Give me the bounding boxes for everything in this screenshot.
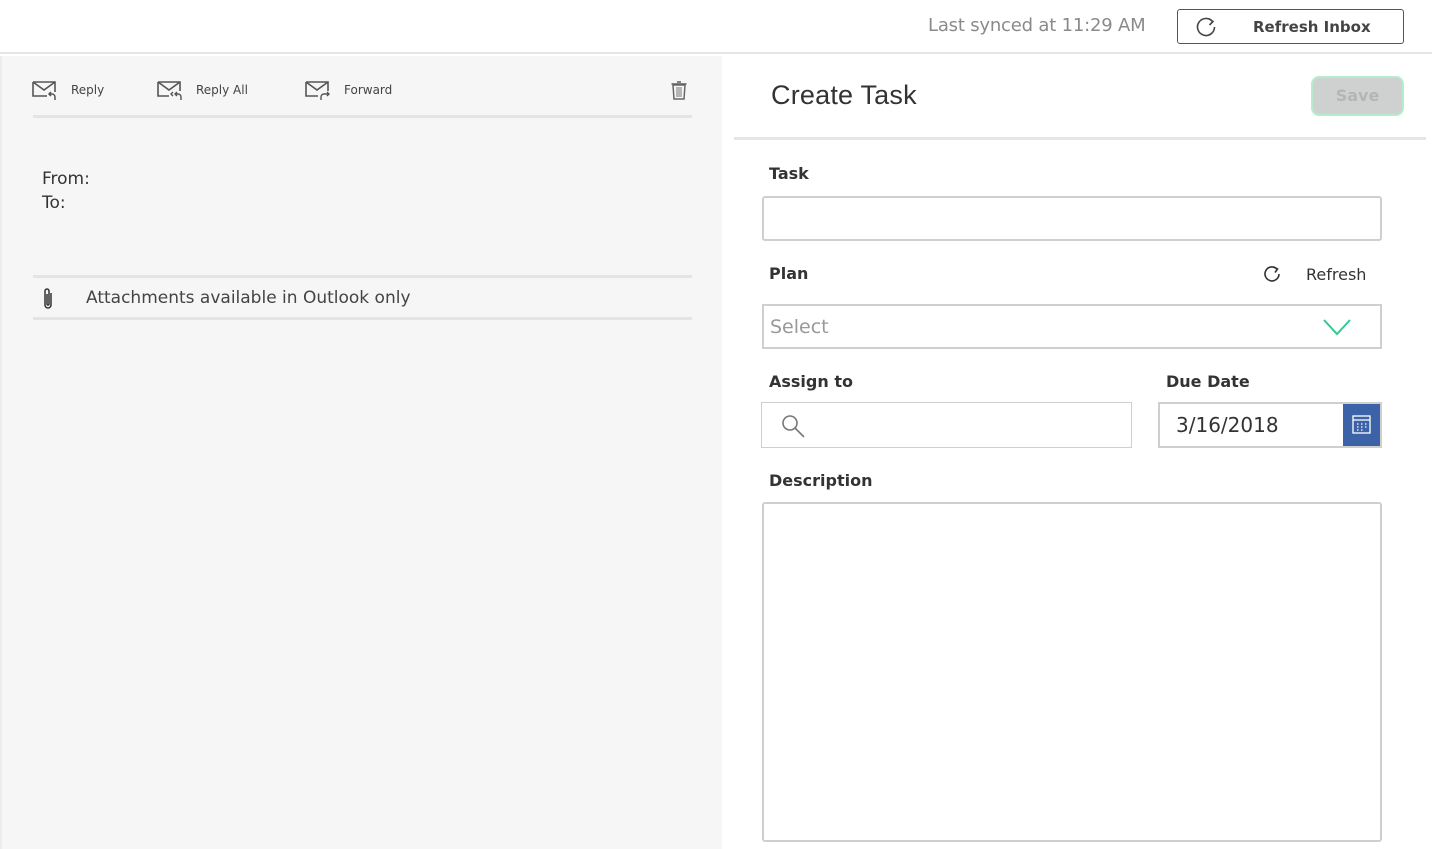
calendar-icon	[1352, 415, 1371, 434]
save-button[interactable]: Save	[1311, 76, 1404, 116]
create-task-panel: Create Task Save Task Plan Refresh Selec…	[722, 56, 1432, 849]
task-label: Task	[769, 164, 809, 183]
reply-label: Reply	[71, 83, 105, 97]
to-label: To:	[42, 193, 66, 213]
page-title: Create Task	[771, 80, 917, 110]
reply-all-button[interactable]: Reply All	[157, 78, 248, 102]
assign-to-field[interactable]	[761, 402, 1132, 448]
refresh-inbox-label: Refresh Inbox	[1253, 18, 1371, 36]
due-date-field[interactable]: 3/16/2018	[1158, 402, 1382, 448]
reply-all-label: Reply All	[196, 83, 248, 97]
plan-label: Plan	[769, 264, 809, 283]
reply-all-icon	[157, 81, 182, 100]
forward-label: Forward	[344, 83, 393, 97]
from-label: From:	[42, 169, 90, 189]
assign-to-label: Assign to	[769, 372, 853, 391]
refresh-inbox-button[interactable]: Refresh Inbox	[1177, 9, 1404, 44]
due-date-label: Due Date	[1166, 372, 1250, 391]
description-label: Description	[769, 471, 873, 490]
task-input[interactable]	[762, 196, 1382, 241]
plan-refresh-label: Refresh	[1306, 264, 1367, 284]
paperclip-icon	[44, 288, 52, 309]
email-panel: Reply Reply All Forward From: To: Attach…	[0, 56, 722, 849]
forward-icon	[305, 81, 330, 100]
plan-select[interactable]: Select	[762, 304, 1382, 349]
chevron-down-icon	[1323, 319, 1351, 336]
reply-button[interactable]: Reply	[32, 78, 104, 102]
last-synced-text: Last synced at 11:29 AM	[928, 15, 1146, 36]
toolbar-divider	[33, 115, 692, 118]
top-bar: Last synced at 11:29 AM Refresh Inbox	[0, 0, 1432, 54]
attachments-text: Attachments available in Outlook only	[86, 288, 411, 308]
trash-icon[interactable]	[670, 80, 688, 100]
calendar-button[interactable]	[1343, 404, 1380, 446]
plan-selected-value: Select	[770, 316, 829, 338]
refresh-icon	[1196, 17, 1216, 37]
description-input[interactable]	[762, 502, 1382, 842]
assign-to-input[interactable]	[818, 409, 1118, 441]
title-divider	[734, 137, 1426, 140]
refresh-icon	[1264, 266, 1280, 282]
attachments-bottom-divider	[33, 317, 692, 320]
search-icon	[782, 415, 805, 438]
plan-refresh-button[interactable]: Refresh	[1262, 262, 1366, 286]
reply-icon	[32, 81, 56, 100]
due-date-value: 3/16/2018	[1176, 413, 1279, 437]
attachments-notice: Attachments available in Outlook only	[33, 278, 692, 318]
forward-button[interactable]: Forward	[305, 78, 392, 102]
